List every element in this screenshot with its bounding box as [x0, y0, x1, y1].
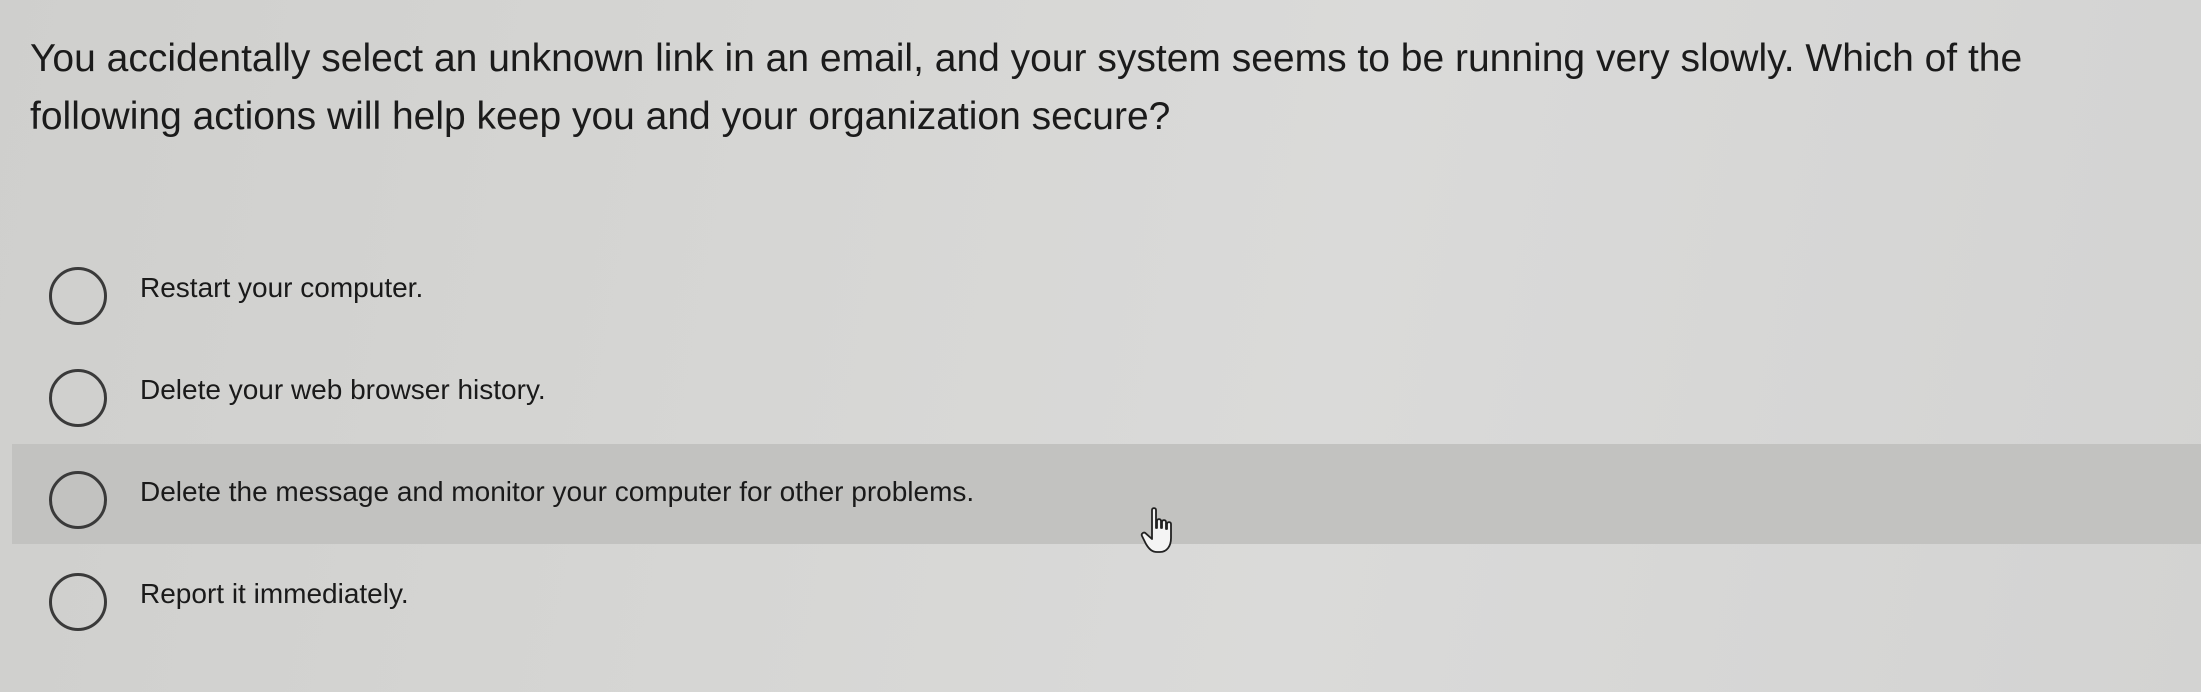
answer-label: Report it immediately.: [140, 578, 409, 609]
answer-option-4[interactable]: Report it immediately.: [12, 546, 2201, 646]
answer-options: Restart your computer. Delete your web b…: [0, 0, 2201, 692]
radio-button[interactable]: [49, 471, 107, 529]
quiz-page: You accidentally select an unknown link …: [0, 0, 2201, 692]
answer-option-2[interactable]: Delete your web browser history.: [12, 342, 2201, 442]
answer-label: Delete the message and monitor your comp…: [140, 476, 975, 507]
radio-button[interactable]: [49, 267, 107, 325]
answer-label: Restart your computer.: [140, 272, 424, 303]
answer-option-3[interactable]: Delete the message and monitor your comp…: [12, 444, 2201, 544]
answer-option-1[interactable]: Restart your computer.: [12, 240, 2201, 340]
radio-button[interactable]: [49, 369, 107, 427]
radio-button[interactable]: [49, 573, 107, 631]
hand-pointer-icon: [1140, 507, 1172, 553]
answer-label: Delete your web browser history.: [140, 374, 546, 405]
